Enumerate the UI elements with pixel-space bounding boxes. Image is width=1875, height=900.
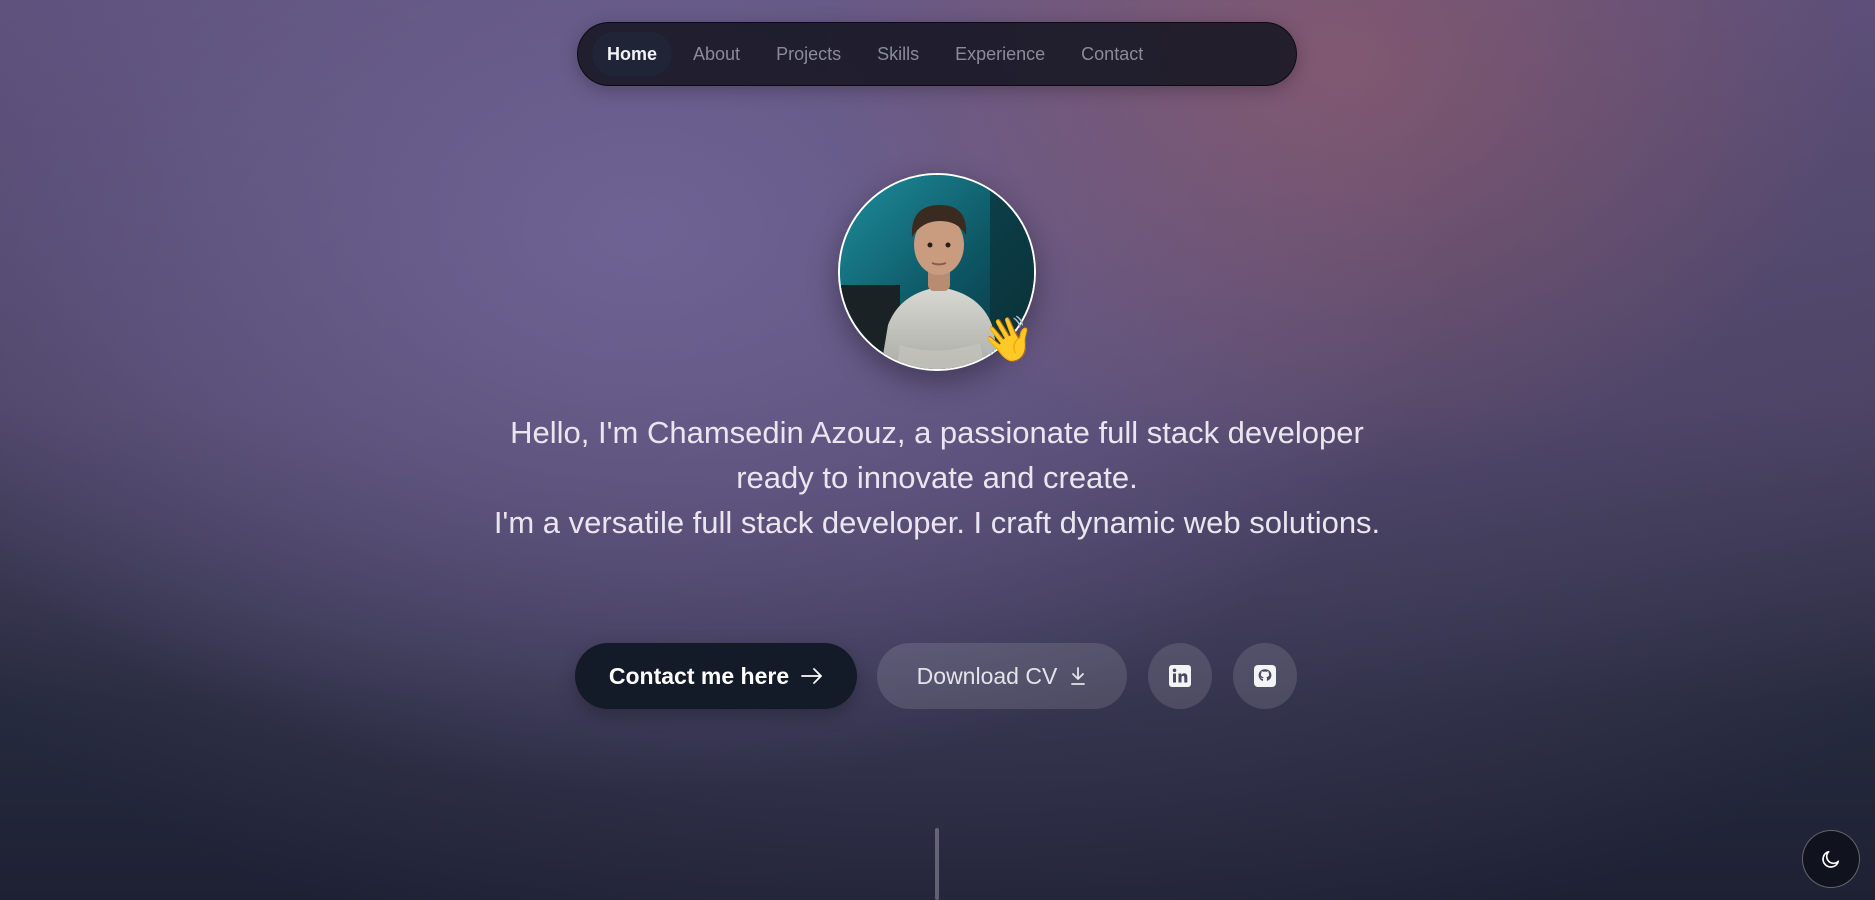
intro-line-2: ready to innovate and create. [736, 460, 1138, 495]
nav-item-contact[interactable]: Contact [1066, 32, 1158, 76]
intro-line-3: I'm a versatile full stack developer. I … [493, 505, 1381, 540]
nav-item-about[interactable]: About [678, 32, 755, 76]
arrow-right-icon [801, 668, 823, 684]
moon-icon [1822, 850, 1840, 868]
intro-text: Hello, I'm Chamsedin Azouz, a passionate… [437, 410, 1437, 545]
theme-toggle-button[interactable] [1802, 830, 1860, 888]
download-cv-label: Download CV [916, 662, 1058, 689]
download-cv-button[interactable]: Download CV [877, 643, 1127, 709]
linkedin-icon [1169, 665, 1191, 687]
top-navigation: Home About Projects Skills Experience Co… [577, 22, 1297, 86]
github-icon [1254, 665, 1276, 687]
github-button[interactable] [1233, 643, 1297, 709]
contact-me-label: Contact me here [608, 662, 790, 689]
contact-me-button[interactable]: Contact me here [575, 643, 857, 709]
nav-item-experience[interactable]: Experience [940, 32, 1060, 76]
linkedin-button[interactable] [1148, 643, 1212, 709]
intro-line-1: Hello, I'm Chamsedin Azouz, a passionate… [510, 415, 1364, 450]
scroll-indicator [935, 828, 939, 900]
download-icon [1071, 667, 1086, 685]
nav-item-home[interactable]: Home [592, 32, 673, 76]
nav-item-projects[interactable]: Projects [761, 32, 856, 76]
waving-hand-icon: 👋 [980, 315, 1035, 364]
nav-item-skills[interactable]: Skills [862, 32, 934, 76]
